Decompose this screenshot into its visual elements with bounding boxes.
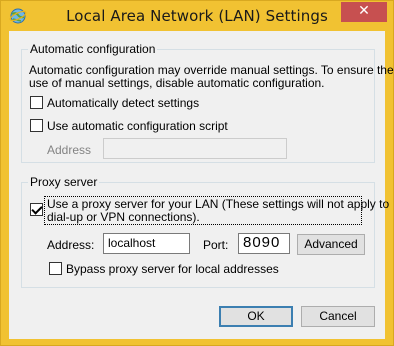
automatic-configuration-description-line2: use of manual settings, disable automati… — [29, 76, 325, 90]
use-proxy-label-line1[interactable]: Use a proxy server for your LAN (These s… — [47, 197, 389, 211]
close-button[interactable]: ✕ — [341, 2, 387, 22]
title-bar[interactable]: Local Area Network (LAN) Settings ✕ — [1, 1, 393, 31]
script-address-field[interactable] — [103, 138, 287, 159]
proxy-port-field[interactable]: 8090 — [238, 233, 290, 254]
automatic-configuration-legend: Automatic configuration — [28, 42, 158, 56]
advanced-button[interactable]: Advanced — [297, 234, 365, 255]
automatic-configuration-description-line1: Automatic configuration may override man… — [29, 63, 394, 77]
auto-detect-checkbox[interactable] — [30, 96, 43, 109]
proxy-address-field[interactable]: localhost — [103, 233, 190, 254]
auto-detect-label[interactable]: Automatically detect settings — [47, 96, 199, 110]
script-address-label: Address — [47, 143, 92, 157]
proxy-server-legend: Proxy server — [28, 175, 100, 189]
proxy-port-label: Port: — [203, 238, 229, 252]
ok-button[interactable]: OK — [219, 306, 293, 327]
proxy-address-label: Address: — [47, 238, 95, 252]
use-config-script-checkbox[interactable] — [30, 119, 43, 132]
window-title: Local Area Network (LAN) Settings — [66, 7, 328, 25]
bypass-local-checkbox[interactable] — [49, 262, 62, 275]
use-config-script-label[interactable]: Use automatic configuration script — [47, 119, 228, 133]
use-proxy-checkbox[interactable] — [30, 203, 43, 216]
use-proxy-label-line2[interactable]: dial-up or VPN connections). — [47, 210, 200, 224]
lan-settings-window: Local Area Network (LAN) Settings ✕ Auto… — [0, 0, 394, 346]
bypass-local-label[interactable]: Bypass proxy server for local addresses — [66, 262, 279, 276]
dialog-client-area: Automatic configuration Automatic config… — [9, 31, 394, 339]
cancel-button[interactable]: Cancel — [301, 306, 375, 327]
